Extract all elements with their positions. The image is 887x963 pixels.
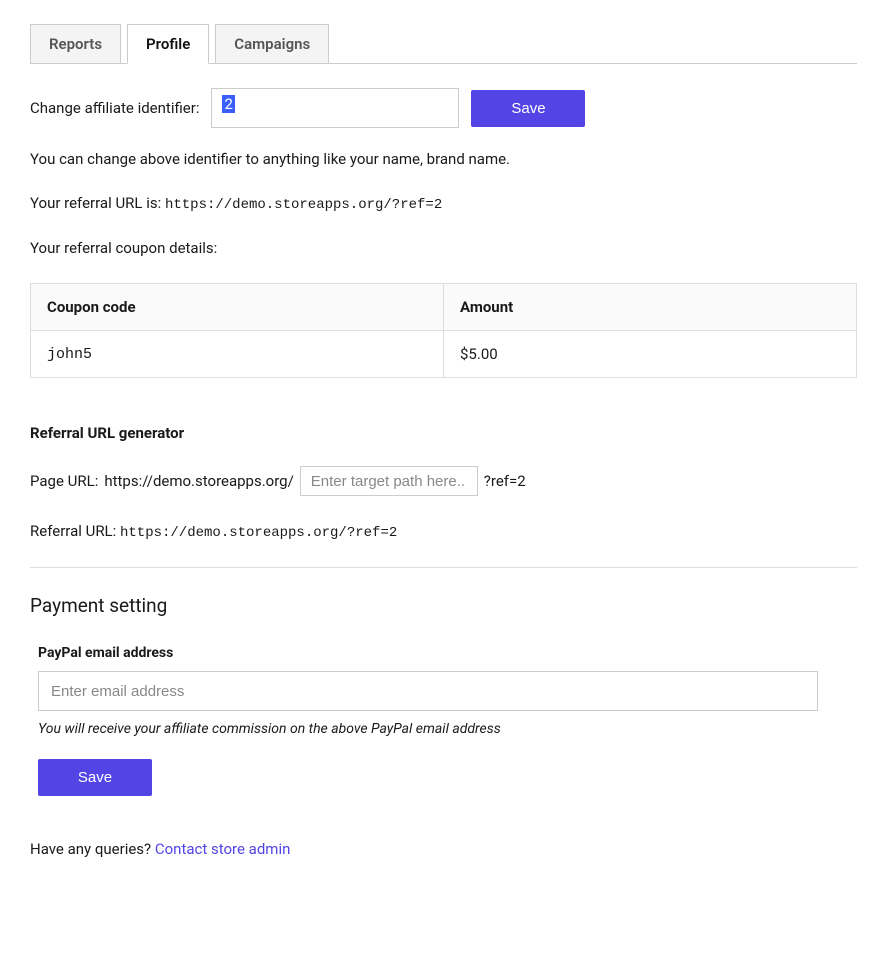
payment-heading: Payment setting [30,594,857,617]
tab-campaigns[interactable]: Campaigns [215,24,329,64]
cell-amount: $5.00 [444,331,857,378]
identifier-save-button[interactable]: Save [471,90,585,127]
paypal-email-input[interactable] [38,671,818,711]
tab-profile[interactable]: Profile [127,24,209,64]
url-generator-title: Referral URL generator [30,424,857,442]
divider [30,567,857,568]
generated-referral-label: Referral URL: [30,522,120,540]
table-header-row: Coupon code Amount [31,284,857,331]
url-generator-row: Page URL: https://demo.storeapps.org/ ?r… [30,466,857,496]
identifier-row: Change affiliate identifier: 2 Save [30,88,857,128]
table-row: john5 $5.00 [31,331,857,378]
referral-url-label: Your referral URL is: [30,194,165,212]
payment-form: PayPal email address You will receive yo… [30,645,857,796]
col-amount: Amount [444,284,857,331]
paypal-label: PayPal email address [38,645,857,661]
page-url-suffix: ?ref=2 [484,472,526,490]
identifier-input[interactable]: 2 [211,88,459,128]
generated-referral-row: Referral URL: https://demo.storeapps.org… [30,522,857,541]
referral-url-row: Your referral URL is: https://demo.store… [30,194,857,213]
referral-url-value: https://demo.storeapps.org/?ref=2 [165,197,442,213]
queries-label: Have any queries? [30,840,155,858]
cell-coupon-code: john5 [31,331,444,378]
queries-row: Have any queries? Contact store admin [30,840,857,858]
identifier-value: 2 [222,95,234,113]
page-url-base: https://demo.storeapps.org/ [104,472,293,490]
identifier-hint: You can change above identifier to anyth… [30,150,857,168]
paypal-helper: You will receive your affiliate commissi… [38,721,857,737]
identifier-label: Change affiliate identifier: [30,99,199,117]
coupon-table: Coupon code Amount john5 $5.00 [30,283,857,378]
target-path-input[interactable] [300,466,478,496]
contact-admin-link[interactable]: Contact store admin [155,840,291,858]
tabs: Reports Profile Campaigns [30,24,857,64]
page-url-label: Page URL: [30,472,98,490]
generated-referral-value: https://demo.storeapps.org/?ref=2 [120,525,397,541]
coupon-details-label: Your referral coupon details: [30,239,857,257]
col-coupon-code: Coupon code [31,284,444,331]
payment-save-button[interactable]: Save [38,759,152,796]
tab-reports[interactable]: Reports [30,24,121,64]
